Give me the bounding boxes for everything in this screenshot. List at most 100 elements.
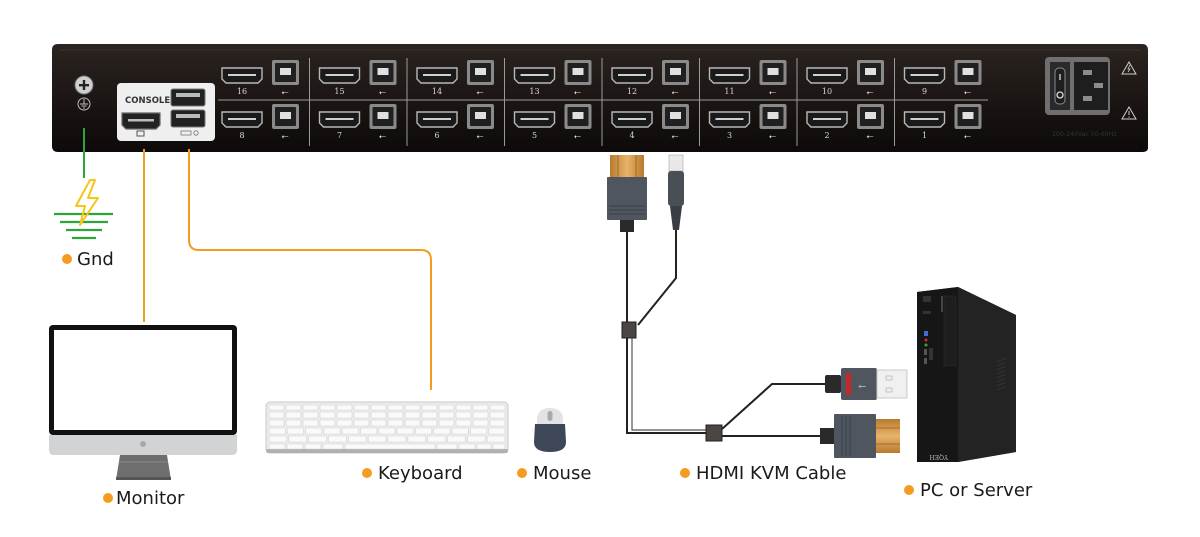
keyboard-key [268, 443, 286, 450]
port-number-label: 13 [529, 87, 539, 96]
usb-icon: ⭠ [476, 88, 483, 98]
hdmi-port[interactable] [221, 111, 263, 128]
keyboard-key [404, 404, 421, 411]
hdmi-port[interactable] [513, 67, 556, 84]
hdmi-port[interactable] [806, 111, 848, 128]
hdmi-port[interactable] [708, 67, 751, 84]
keyboard-device [265, 401, 509, 454]
usb-b-port[interactable] [662, 104, 689, 129]
keyboard-key [322, 443, 344, 450]
usb-icon: ⭠ [671, 132, 678, 142]
keyboard-key [323, 427, 341, 435]
keyboard-key [489, 411, 506, 419]
port-number-label: 6 [434, 131, 439, 140]
keyboard-key [336, 404, 353, 411]
keyboard-key [455, 404, 472, 411]
usb-b-port[interactable] [857, 60, 884, 85]
keyboard-key [287, 427, 304, 435]
usb-icon: ⭠ [866, 88, 873, 98]
keyboard-key [421, 419, 438, 427]
keyboard-key [285, 411, 302, 419]
keyboard-key [268, 411, 285, 419]
keyboard-key [308, 435, 327, 443]
usb-b-port[interactable] [857, 104, 884, 129]
hdmi-port[interactable] [903, 67, 946, 84]
hdmi-port[interactable] [416, 67, 458, 84]
label-hdmi-kvm-cable: HDMI KVM Cable [680, 463, 846, 484]
keyboard-key [470, 427, 487, 435]
keyboard-key [370, 404, 387, 411]
keyboard-key [438, 404, 455, 411]
hdmi-port[interactable] [318, 111, 361, 128]
port-number-label: 1 [922, 131, 927, 140]
label-dot [62, 254, 72, 264]
keyboard-key [319, 404, 336, 411]
usb-b-port[interactable] [272, 60, 299, 85]
port-number-label: 4 [629, 131, 634, 140]
pc-tower-device: YQEH [917, 287, 1016, 462]
keyboard-key [302, 404, 319, 411]
keyboard-key [360, 427, 378, 435]
usb-b-port[interactable] [564, 60, 592, 85]
hdmi-port[interactable] [708, 111, 751, 128]
keyboard-key [353, 419, 370, 427]
keyboard-key [489, 419, 506, 427]
keyboard-key [472, 404, 489, 411]
port-number-label: 12 [627, 87, 637, 96]
hdmi-port[interactable] [416, 111, 458, 128]
label-dot [904, 485, 914, 495]
hdmi-port[interactable] [611, 67, 653, 84]
label-text: Gnd [77, 249, 114, 270]
console-hdmi-port[interactable] [121, 112, 161, 130]
keyboard-key [367, 435, 387, 443]
keyboard-key [476, 443, 492, 450]
usb-b-port[interactable] [759, 60, 787, 85]
hdmi-port[interactable] [903, 111, 946, 128]
keyboard-key [285, 404, 302, 411]
usb-icon: ⭠ [281, 132, 288, 142]
usb-b-port[interactable] [564, 104, 592, 129]
hdmi-port[interactable] [221, 67, 263, 84]
hdmi-port[interactable] [318, 67, 361, 84]
port-number-label: 16 [237, 87, 247, 96]
usb-b-port[interactable] [954, 60, 982, 85]
usb-b-port[interactable] [369, 104, 397, 129]
usb-icon: ⭠ [769, 132, 776, 142]
keyboard-key [353, 411, 370, 419]
usb-icon: ⭠ [866, 132, 873, 142]
usb-icon: ⭠ [671, 88, 678, 98]
keyboard-key [268, 427, 286, 435]
console-usb-port-2[interactable] [170, 109, 206, 128]
hdmi-port[interactable] [806, 67, 848, 84]
usb-b-port[interactable] [954, 104, 982, 129]
usb-b-port[interactable] [467, 60, 494, 85]
power-rating-label: 100-240Vac 50-60Hz [1052, 131, 1117, 138]
svg-text:⭠: ⭠ [858, 381, 866, 392]
keyboard-key [451, 427, 469, 435]
hdmi-port[interactable] [611, 111, 653, 128]
keyboard-key [467, 435, 486, 443]
keyboard-key [319, 411, 336, 419]
console-panel: CONSOLE [117, 83, 215, 141]
port-number-label: 3 [727, 131, 732, 140]
console-label: CONSOLE [125, 96, 170, 106]
keyboard-key [268, 435, 288, 443]
label-text: PC or Server [920, 480, 1033, 501]
usb-b-port[interactable] [662, 60, 689, 85]
keyboard-key [436, 443, 458, 450]
keyboard-key [387, 404, 404, 411]
keyboard-key [302, 411, 319, 419]
keyboard-key [302, 419, 319, 427]
pc-brand-label: YQEH [930, 453, 950, 460]
label-monitor: Monitor [103, 488, 185, 509]
keyboard-key [404, 411, 421, 419]
power-switch-icon[interactable] [1054, 67, 1066, 105]
usb-b-port[interactable] [369, 60, 397, 85]
port-number-label: 7 [337, 131, 342, 140]
usb-b-port[interactable] [467, 104, 494, 129]
usb-b-port[interactable] [272, 104, 299, 129]
console-usb-port-1[interactable] [170, 88, 206, 107]
usb-icon: ⭠ [476, 132, 483, 142]
hdmi-port[interactable] [513, 111, 556, 128]
usb-b-port[interactable] [759, 104, 787, 129]
